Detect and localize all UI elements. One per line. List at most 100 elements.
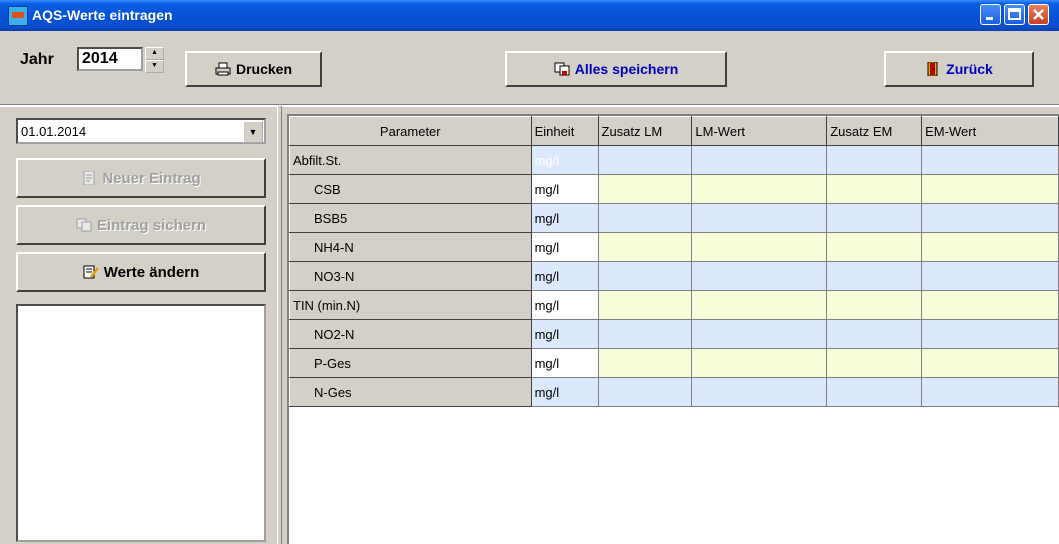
zusatz-lm-cell[interactable] — [597, 377, 693, 407]
zusatz-em-cell[interactable] — [826, 174, 923, 204]
close-icon — [1033, 9, 1044, 20]
save-entry-icon — [76, 218, 92, 232]
neuer-eintrag-button[interactable]: Neuer Eintrag — [16, 158, 266, 198]
zurueck-button[interactable]: Zurück — [884, 51, 1034, 87]
date-select[interactable]: 01.01.2014 ▼ — [16, 118, 266, 144]
row-einheit: mg/l — [530, 319, 599, 349]
col-header-parameter[interactable]: Parameter — [289, 116, 532, 146]
werte-aendern-label: Werte ändern — [103, 263, 200, 281]
em-wert-cell[interactable] — [921, 348, 1059, 378]
row-parameter: CSB — [289, 174, 532, 204]
row-parameter: NO2-N — [289, 319, 532, 349]
zusatz-lm-cell[interactable] — [597, 319, 693, 349]
zusatz-lm-cell[interactable] — [597, 348, 693, 378]
neuer-eintrag-label: Neuer Eintrag — [102, 169, 201, 187]
lm-wert-cell[interactable] — [691, 232, 828, 262]
drucken-label: Drucken — [235, 61, 293, 77]
maximize-icon — [1008, 8, 1021, 20]
row-einheit: mg/l — [530, 377, 599, 407]
eintrag-sichern-button[interactable]: Eintrag sichern — [16, 205, 266, 245]
lm-wert-cell[interactable] — [691, 203, 828, 233]
table-row: N-Ges mg/l — [289, 377, 1059, 407]
zusatz-em-cell[interactable] — [826, 377, 923, 407]
minimize-button[interactable] — [980, 4, 1001, 25]
zusatz-lm-cell[interactable] — [597, 145, 693, 175]
col-header-lm-wert[interactable]: LM-Wert — [691, 116, 828, 146]
lm-wert-cell[interactable] — [691, 319, 828, 349]
werte-aendern-button[interactable]: Werte ändern — [16, 252, 266, 292]
zusatz-em-cell[interactable] — [826, 145, 923, 175]
toolbar-divider — [0, 104, 1059, 107]
alles-speichern-label: Alles speichern — [574, 61, 679, 77]
zusatz-lm-cell[interactable] — [597, 174, 693, 204]
em-wert-cell[interactable] — [921, 377, 1059, 407]
em-wert-cell[interactable] — [921, 290, 1059, 320]
jahr-spinner[interactable]: ▲ ▼ — [145, 47, 164, 73]
lm-wert-cell[interactable] — [691, 290, 828, 320]
lm-wert-cell[interactable] — [691, 348, 828, 378]
lm-wert-cell[interactable] — [691, 377, 828, 407]
lm-wert-cell[interactable] — [691, 174, 828, 204]
chevron-down-icon[interactable]: ▼ — [243, 121, 263, 143]
zusatz-em-cell[interactable] — [826, 319, 923, 349]
zusatz-em-cell[interactable] — [826, 232, 923, 262]
lm-wert-cell[interactable] — [691, 261, 828, 291]
zurueck-label: Zurück — [946, 61, 993, 77]
em-wert-cell[interactable] — [921, 145, 1059, 175]
zusatz-lm-cell[interactable] — [597, 232, 693, 262]
printer-icon — [215, 62, 231, 76]
spin-up-icon[interactable]: ▲ — [145, 47, 164, 60]
edit-values-icon — [83, 265, 99, 279]
col-header-einheit[interactable]: Einheit — [530, 116, 599, 146]
jahr-label: Jahr — [20, 51, 54, 68]
values-table: Parameter Einheit Zusatz LM LM-Wert Zusa… — [289, 116, 1059, 407]
alles-speichern-button[interactable]: Alles speichern — [505, 51, 727, 87]
table-row: BSB5 mg/l — [289, 203, 1059, 233]
zusatz-em-cell[interactable] — [826, 290, 923, 320]
table-row: TIN (min.N) mg/l — [289, 290, 1059, 320]
em-wert-cell[interactable] — [921, 174, 1059, 204]
lm-wert-cell[interactable] — [691, 145, 828, 175]
zusatz-lm-cell[interactable] — [597, 203, 693, 233]
col-header-em-wert[interactable]: EM-Wert — [921, 116, 1059, 146]
row-einheit: mg/l — [530, 290, 599, 320]
row-einheit: mg/l — [530, 174, 599, 204]
table-row: NH4-N mg/l — [289, 232, 1059, 262]
col-header-zusatz-lm[interactable]: Zusatz LM — [597, 116, 693, 146]
row-parameter: TIN (min.N) — [289, 290, 532, 320]
row-einheit: mg/l — [530, 203, 599, 233]
em-wert-cell[interactable] — [921, 203, 1059, 233]
eintrag-sichern-label: Eintrag sichern — [96, 216, 207, 234]
minimize-icon — [986, 17, 993, 20]
title-bar: AQS-Werte eintragen — [0, 0, 1059, 31]
row-parameter: BSB5 — [289, 203, 532, 233]
em-wert-cell[interactable] — [921, 319, 1059, 349]
table-row: P-Ges mg/l — [289, 348, 1059, 378]
zusatz-em-cell[interactable] — [826, 203, 923, 233]
row-einheit: mg/l — [530, 261, 599, 291]
jahr-input[interactable]: 2014 — [77, 47, 143, 71]
header-row: Parameter Einheit Zusatz LM LM-Wert Zusa… — [289, 116, 1059, 146]
row-parameter: Abfilt.St. — [289, 145, 532, 175]
row-einheit: mg/l — [530, 145, 599, 175]
em-wert-cell[interactable] — [921, 232, 1059, 262]
spin-down-icon[interactable]: ▼ — [145, 60, 164, 73]
drucken-button[interactable]: Drucken — [185, 51, 322, 87]
table-row: Abfilt.St. mg/l — [289, 145, 1059, 175]
maximize-button[interactable] — [1004, 4, 1025, 25]
app-icon — [8, 6, 28, 26]
table-row: CSB mg/l — [289, 174, 1059, 204]
panel-splitter[interactable] — [277, 106, 282, 544]
entry-list[interactable] — [16, 304, 266, 542]
zusatz-lm-cell[interactable] — [597, 261, 693, 291]
values-grid[interactable]: Parameter Einheit Zusatz LM LM-Wert Zusa… — [287, 114, 1059, 544]
col-header-zusatz-em[interactable]: Zusatz EM — [826, 116, 923, 146]
close-button[interactable] — [1028, 4, 1049, 25]
row-einheit: mg/l — [530, 232, 599, 262]
zusatz-em-cell[interactable] — [826, 261, 923, 291]
zusatz-lm-cell[interactable] — [597, 290, 693, 320]
row-parameter: P-Ges — [289, 348, 532, 378]
zusatz-em-cell[interactable] — [826, 348, 923, 378]
save-all-icon — [554, 62, 570, 76]
em-wert-cell[interactable] — [921, 261, 1059, 291]
